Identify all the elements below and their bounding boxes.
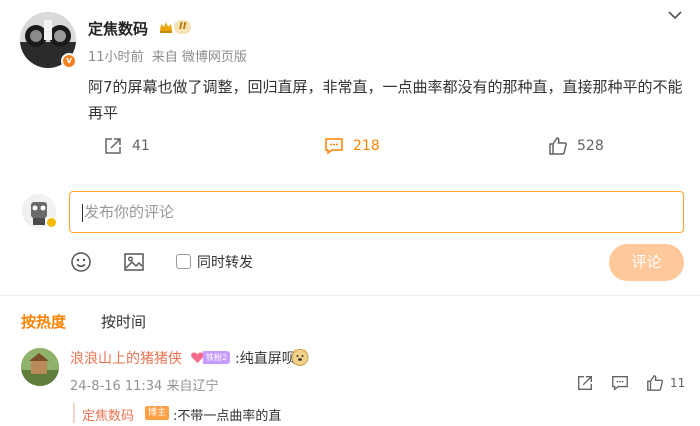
repost-checkbox[interactable]	[176, 254, 191, 269]
comment-input-placeholder: 发布你的评论	[84, 203, 175, 221]
emoji-icon[interactable]	[69, 250, 93, 274]
comment-icon	[325, 138, 343, 155]
image-icon[interactable]	[122, 250, 146, 274]
fan-badge-label: 铁粉2	[203, 351, 231, 364]
submit-comment-button[interactable]: 评论	[609, 244, 684, 281]
post-source: 来自 微博网页版	[151, 50, 247, 65]
reply-text: :不带一点曲率的直	[173, 409, 282, 424]
comment-input[interactable]: 发布你的评论	[69, 191, 684, 233]
text-caret	[82, 203, 83, 222]
thumbs-up-icon	[549, 137, 567, 155]
level-badge: II	[174, 20, 192, 34]
reply-indicator	[73, 403, 75, 423]
tab-sort-by-hot[interactable]: 按热度	[21, 311, 66, 332]
like-count: 528	[577, 138, 604, 154]
author-name[interactable]: 定焦数码	[88, 18, 148, 39]
divider	[0, 295, 700, 296]
comment-meta: 24-8-16 11:34 来自辽宁	[70, 375, 219, 394]
my-verified-badge	[46, 217, 57, 228]
doge-emoji-icon	[291, 349, 309, 366]
verified-badge: v	[61, 53, 77, 69]
like-button[interactable]: 528	[548, 134, 604, 158]
chevron-down-icon[interactable]	[668, 10, 682, 20]
post-time[interactable]: 11小时前	[88, 50, 144, 65]
repost-count: 41	[132, 138, 150, 154]
comment-like-icon[interactable]	[646, 374, 664, 392]
comment-like-count: 11	[670, 376, 686, 390]
comment-text: :纯直屏呗	[235, 351, 296, 367]
comment-date: 24-8-16 11:34	[70, 379, 163, 394]
repost-checkbox-label: 同时转发	[197, 255, 253, 271]
reply-author[interactable]: 定焦数码	[82, 405, 134, 424]
comment-button[interactable]: 218	[324, 134, 380, 158]
repost-button[interactable]: 41	[103, 134, 150, 158]
comment-reply-icon[interactable]	[611, 374, 629, 392]
post-meta: 11小时前 来自 微博网页版	[88, 46, 247, 65]
repost-icon	[105, 138, 121, 154]
commenter-name[interactable]: 浪浪山上的猪猪侠	[70, 348, 182, 368]
author-badge: 博主	[145, 406, 170, 420]
post-content: 阿7的屏幕也做了调整，回归直屏，非常直，一点曲率都没有的那种直，直接那种平的不能…	[88, 78, 683, 122]
comment-repost-icon[interactable]	[576, 374, 594, 392]
commenter-avatar[interactable]	[21, 348, 59, 386]
tab-sort-by-time[interactable]: 按时间	[101, 311, 146, 332]
comment-count: 218	[353, 138, 380, 154]
crown-icon	[160, 22, 172, 33]
fan-badge: 铁粉2	[190, 350, 231, 365]
comment-location: 来自辽宁	[166, 379, 219, 394]
